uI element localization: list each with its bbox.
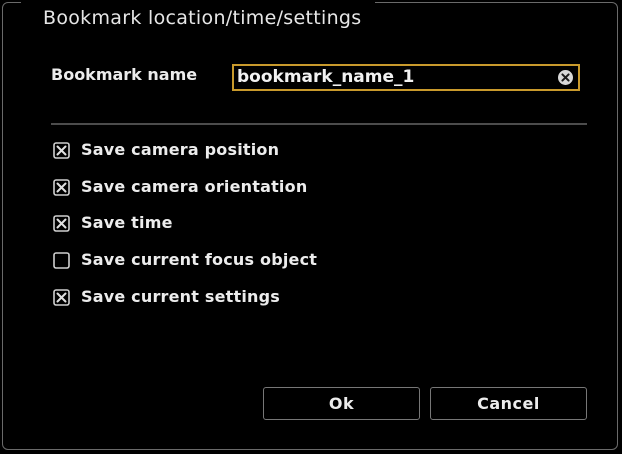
option-label: Save camera orientation — [81, 177, 308, 196]
option-label: Save time — [81, 213, 173, 232]
bookmark-name-field[interactable] — [232, 64, 580, 91]
separator — [51, 123, 587, 125]
checkbox-icon[interactable] — [53, 141, 70, 159]
ok-button[interactable]: Ok — [263, 387, 420, 420]
option-save-time[interactable]: Save time — [53, 211, 173, 235]
bookmark-name-input[interactable] — [237, 66, 549, 89]
checkbox-icon[interactable] — [53, 178, 70, 196]
option-label: Save current focus object — [81, 250, 318, 269]
checkbox-icon[interactable] — [53, 214, 70, 232]
cancel-button[interactable]: Cancel — [430, 387, 587, 420]
option-save-camera-position[interactable]: Save camera position — [53, 138, 279, 162]
bookmark-name-label: Bookmark name — [51, 65, 198, 84]
checkbox-icon[interactable] — [53, 288, 70, 306]
dialog-title: Bookmark location/time/settings — [21, 1, 376, 31]
clear-icon[interactable] — [557, 69, 574, 86]
checkbox-icon[interactable] — [53, 251, 70, 269]
option-label: Save current settings — [81, 287, 281, 306]
option-save-current-focus-object[interactable]: Save current focus object — [53, 248, 317, 272]
option-save-camera-orientation[interactable]: Save camera orientation — [53, 175, 307, 199]
bookmark-dialog: Bookmark location/time/settings Bookmark… — [2, 1, 618, 450]
option-save-current-settings[interactable]: Save current settings — [53, 285, 280, 309]
option-label: Save camera position — [81, 140, 280, 159]
